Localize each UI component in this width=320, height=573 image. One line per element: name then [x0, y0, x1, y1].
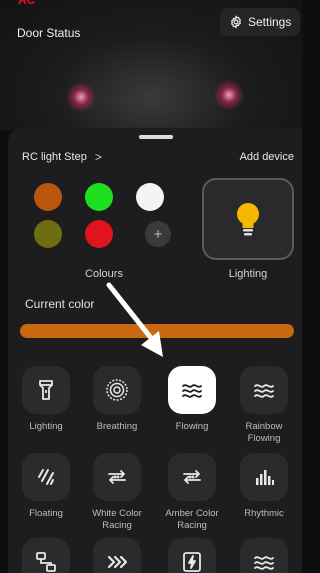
flowchart-icon — [22, 538, 70, 573]
tail-light-left — [66, 82, 96, 112]
effect-label: Amber Color Racing — [165, 508, 219, 531]
device-selector[interactable]: RC light Step > — [22, 150, 102, 164]
brand-logo: AC — [18, 0, 36, 6]
fast-forward-icon — [93, 538, 141, 573]
annotation-arrow — [106, 282, 163, 357]
effect-flowing[interactable]: Flowing — [158, 366, 226, 433]
effect-label: Floating — [29, 508, 63, 519]
control-sheet: RC light Step > Add device + Colours Lig… — [8, 128, 302, 573]
effect-label: Flowing — [175, 421, 209, 432]
effect-white-color-racing[interactable]: White Color Racing — [83, 453, 151, 532]
lightbulb-icon — [237, 203, 259, 236]
svg-text:AC: AC — [18, 0, 36, 6]
color-swatch-orange[interactable] — [34, 183, 62, 211]
waves-icon — [240, 538, 288, 573]
current-color-label: Current color — [25, 297, 95, 311]
concentric-circles-icon — [93, 366, 141, 414]
sheet-drag-handle[interactable] — [139, 135, 173, 139]
effect-label: Rhythmic — [244, 508, 284, 519]
effect-item-9[interactable] — [12, 538, 80, 573]
effect-item-10[interactable] — [83, 538, 151, 573]
flashlight-icon — [22, 366, 70, 414]
color-swatch-olive[interactable] — [34, 220, 62, 248]
effect-label: Rainbow Flowing — [245, 421, 283, 444]
effect-label: Breathing — [96, 421, 138, 432]
color-swatch-white[interactable] — [136, 183, 164, 211]
settings-label: Settings — [248, 15, 292, 29]
lighting-mode-card[interactable] — [202, 178, 294, 260]
lighting-label: Lighting — [228, 268, 268, 280]
waves-icon — [168, 366, 216, 414]
waves-icon — [240, 366, 288, 414]
color-swatch-red[interactable] — [85, 220, 113, 248]
sheet-header: RC light Step > Add device — [22, 149, 294, 165]
effect-label: White Color Racing — [92, 508, 142, 531]
racing-icon — [93, 453, 141, 501]
gear-icon — [230, 15, 242, 29]
add-device-button[interactable]: Add device — [240, 151, 294, 163]
effect-item-12[interactable] — [230, 538, 298, 573]
colours-label: Colours — [85, 268, 123, 280]
racing-icon — [168, 453, 216, 501]
floating-icon — [22, 453, 70, 501]
door-status-label: Door Status — [17, 26, 81, 40]
effect-lighting[interactable]: Lighting — [12, 366, 80, 433]
settings-button[interactable]: Settings — [220, 8, 300, 36]
equalizer-icon — [240, 453, 288, 501]
effect-amber-color-racing[interactable]: Amber Color Racing — [158, 453, 226, 532]
effect-label: Lighting — [29, 421, 63, 432]
camera-view: AC Door Status Settings — [0, 0, 302, 130]
flash-icon — [168, 538, 216, 573]
effect-floating[interactable]: Floating — [12, 453, 80, 520]
effect-item-11[interactable] — [158, 538, 226, 573]
effect-rhythmic[interactable]: Rhythmic — [230, 453, 298, 520]
effect-breathing[interactable]: Breathing — [83, 366, 151, 433]
tail-light-right — [214, 80, 244, 110]
chevron-right-icon: > — [94, 150, 102, 164]
add-color-button[interactable]: + — [145, 221, 171, 247]
device-name: RC light Step — [22, 151, 87, 163]
effect-rainbow-flowing[interactable]: Rainbow Flowing — [230, 366, 298, 445]
color-swatch-green[interactable] — [85, 183, 113, 211]
